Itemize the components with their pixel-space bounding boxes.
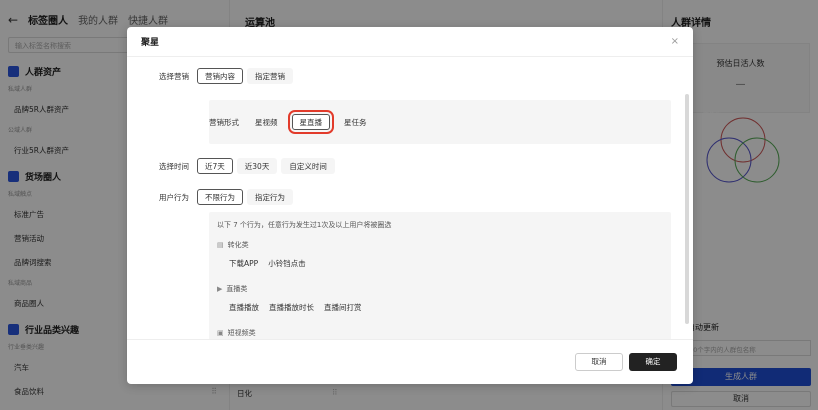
category-icon: ▣ [217, 329, 224, 337]
time-select-field: 选择时间 近7天 近30天 自定义时间 [127, 158, 335, 174]
behavior-note: 以下 7 个行为，任意行为发生过1次及以上用户将被圈选 [217, 221, 392, 229]
option-star-task[interactable]: 星任务 [336, 114, 375, 130]
live-tags: 直播播放 直播播放时长 直播间打赏 [229, 302, 362, 313]
category-icon: ▤ [217, 241, 224, 249]
behavior-tag[interactable]: 直播间打赏 [324, 302, 362, 313]
field-label: 选择时间 [159, 161, 189, 171]
behavior-select-field: 用户行为 不限行为 指定行为 [127, 189, 293, 205]
option-any-behavior[interactable]: 不限行为 [197, 189, 243, 205]
behavior-tag[interactable]: 直播播放时长 [269, 302, 314, 313]
marketing-select-field: 选择营销 营销内容 指定营销 [127, 68, 293, 84]
modal-header: 聚星 × [127, 27, 693, 57]
behavior-tag[interactable]: 直播播放 [229, 302, 259, 313]
option-custom-time[interactable]: 自定义时间 [281, 158, 335, 174]
modal-footer: 取消 确定 [127, 339, 693, 384]
category-label: 直播类 [226, 285, 248, 293]
category-label: 转化类 [227, 241, 249, 249]
option-specified-behavior[interactable]: 指定行为 [247, 189, 293, 205]
behavior-tag[interactable]: 下载APP [229, 258, 258, 269]
modal-title: 聚星 [141, 38, 160, 48]
category-icon: ▶ [217, 285, 223, 293]
option-star-live[interactable]: 星直播 [287, 110, 334, 134]
category-short-video: ▣ 短视频类 [217, 328, 256, 338]
category-live: ▶ 直播类 [217, 284, 247, 294]
behavior-tag[interactable]: 小铃铛点击 [268, 258, 306, 269]
option-star-video[interactable]: 星视频 [247, 114, 286, 130]
marketing-form-field: 营销形式 星视频 星直播 星任务 [177, 110, 375, 134]
field-label: 选择营销 [159, 71, 189, 81]
behavior-panel: 以下 7 个行为，任意行为发生过1次及以上用户将被圈选 ▤ 转化类 下载APP … [209, 212, 671, 339]
modal-scrollbar[interactable] [685, 94, 689, 324]
cancel-button[interactable]: 取消 [575, 353, 623, 371]
field-label: 用户行为 [159, 192, 189, 202]
option-7-days[interactable]: 近7天 [197, 158, 233, 174]
option-specified-marketing[interactable]: 指定营销 [247, 68, 293, 84]
jvxing-modal: 聚星 × 选择营销 营销内容 指定营销 营销形式 星视频 星直播 星任务 选择时… [127, 27, 693, 384]
category-label: 短视频类 [227, 329, 256, 337]
close-icon[interactable]: × [671, 36, 679, 47]
confirm-button[interactable]: 确定 [629, 353, 677, 371]
option-30-days[interactable]: 近30天 [236, 158, 278, 174]
field-label: 营销形式 [209, 117, 239, 127]
option-marketing-content[interactable]: 营销内容 [197, 68, 243, 84]
modal-body: 选择营销 营销内容 指定营销 营销形式 星视频 星直播 星任务 选择时间 近7天… [127, 58, 693, 339]
conversion-tags: 下载APP 小铃铛点击 [229, 258, 306, 269]
category-conversion: ▤ 转化类 [217, 240, 249, 250]
